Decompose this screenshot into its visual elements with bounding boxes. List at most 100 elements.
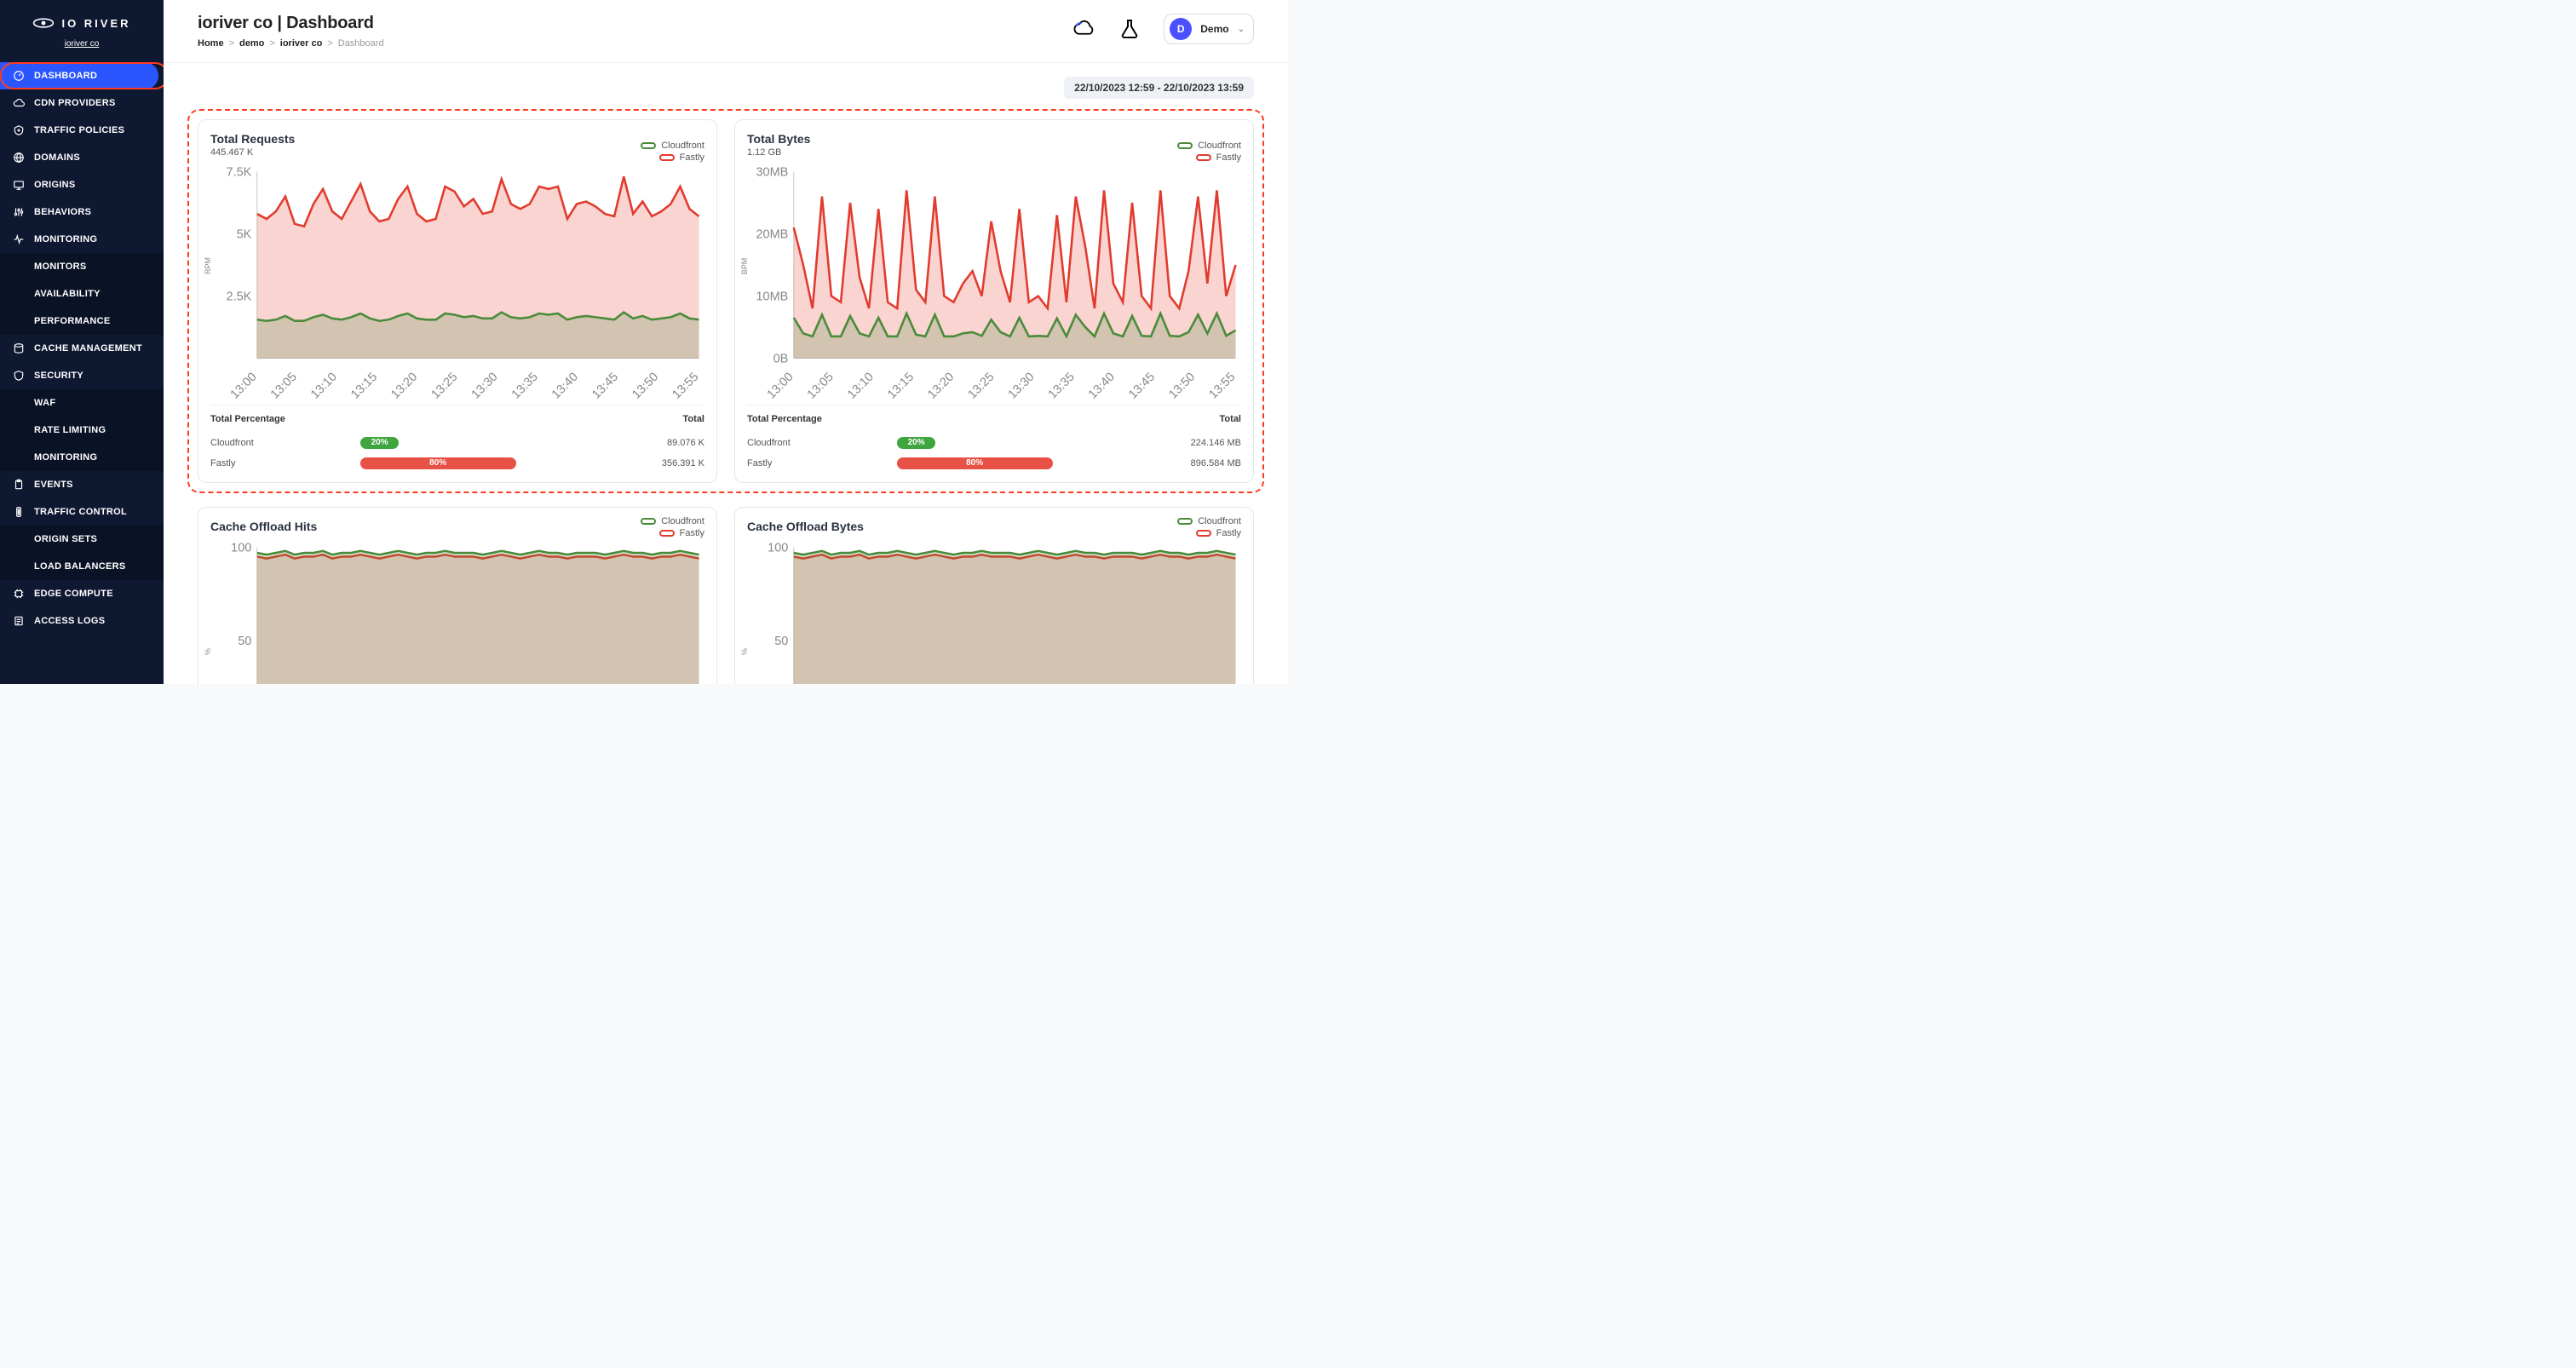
card-total-bytes: Total Bytes1.12 GB Cloudfront Fastly BPM… bbox=[734, 119, 1254, 483]
flask-icon[interactable] bbox=[1118, 17, 1141, 41]
sidebar-item-availability[interactable]: AVAILABILITY bbox=[0, 280, 164, 308]
sidebar-item-security[interactable]: SECURITY bbox=[0, 362, 164, 389]
table-row: Cloudfront 20% 224.146 MB bbox=[747, 433, 1241, 453]
sidebar-item-label: MONITORING bbox=[34, 234, 97, 244]
breadcrumb-separator: > bbox=[229, 38, 234, 49]
legend-cloudfront[interactable]: Cloudfront bbox=[641, 516, 704, 526]
breadcrumb-dashboard: Dashboard bbox=[338, 38, 384, 49]
sidebar-item-label: RATE LIMITING bbox=[34, 425, 106, 435]
svg-text:13:55: 13:55 bbox=[670, 371, 701, 399]
gauge-icon bbox=[12, 69, 26, 83]
svg-text:13:35: 13:35 bbox=[1046, 371, 1078, 399]
logo: IO RIVER ioriver co bbox=[0, 0, 164, 55]
chart: BPM 0B10MB20MB30MB13:0013:0513:1013:1513… bbox=[747, 166, 1241, 399]
user-menu[interactable]: D Demo ⌄ bbox=[1164, 14, 1254, 44]
sidebar-item-rate-limiting[interactable]: RATE LIMITING bbox=[0, 417, 164, 444]
sidebar-item-label: ORIGINS bbox=[34, 180, 76, 190]
svg-text:7.5K: 7.5K bbox=[227, 166, 252, 179]
sidebar-item-label: AVAILABILITY bbox=[34, 289, 101, 299]
svg-text:13:30: 13:30 bbox=[1006, 371, 1038, 399]
table-row: Fastly 80% 896.584 MB bbox=[747, 453, 1241, 474]
sidebar-item-origins[interactable]: ORIGINS bbox=[0, 171, 164, 198]
legend-fastly[interactable]: Fastly bbox=[1196, 152, 1241, 163]
row-total: 224.146 MB bbox=[1091, 438, 1241, 448]
policy-icon bbox=[12, 124, 26, 137]
legend-cloudfront[interactable]: Cloudfront bbox=[641, 141, 704, 151]
date-range-row: 22/10/2023 12:59 - 22/10/2023 13:59 bbox=[198, 77, 1254, 99]
breadcrumb-ioriver-co[interactable]: ioriver co bbox=[280, 38, 323, 49]
y-axis-label: RPM bbox=[204, 257, 212, 274]
sidebar-item-label: CACHE MANAGEMENT bbox=[34, 343, 142, 353]
sidebar-item-monitors[interactable]: MONITORS bbox=[0, 253, 164, 280]
svg-text:13:15: 13:15 bbox=[348, 371, 380, 399]
row-total: 89.076 K bbox=[555, 438, 704, 448]
clipboard-icon bbox=[12, 478, 26, 491]
sidebar-item-waf[interactable]: WAF bbox=[0, 389, 164, 417]
sidebar-item-performance[interactable]: PERFORMANCE bbox=[0, 308, 164, 335]
sidebar-item-access-logs[interactable]: ACCESS LOGS bbox=[0, 607, 164, 635]
sidebar-item-behaviors[interactable]: BEHAVIORS bbox=[0, 198, 164, 226]
breadcrumb-separator: > bbox=[269, 38, 274, 49]
svg-text:5K: 5K bbox=[237, 227, 252, 241]
sidebar-item-label: CDN PROVIDERS bbox=[34, 98, 116, 108]
app-root: IO RIVER ioriver co DASHBOARD CDN PROVIDE… bbox=[0, 0, 1288, 684]
svg-text:13:55: 13:55 bbox=[1206, 371, 1238, 399]
svg-text:13:40: 13:40 bbox=[549, 371, 581, 399]
sidebar-item-edge-compute[interactable]: EDGE COMPUTE bbox=[0, 580, 164, 607]
legend-fastly[interactable]: Fastly bbox=[659, 528, 704, 538]
sidebar-item-events[interactable]: EVENTS bbox=[0, 471, 164, 498]
sidebar-item-monitoring[interactable]: MONITORING bbox=[0, 444, 164, 471]
sidebar-item-cdn-providers[interactable]: CDN PROVIDERS bbox=[0, 89, 164, 117]
brand-subtitle-link[interactable]: ioriver co bbox=[65, 39, 100, 49]
sidebar-item-dashboard[interactable]: DASHBOARD bbox=[0, 62, 158, 89]
chip-icon bbox=[12, 587, 26, 601]
main: ioriver co | Dashboard Home>demo>ioriver… bbox=[164, 0, 1288, 684]
sidebar-item-cache-management[interactable]: CACHE MANAGEMENT bbox=[0, 335, 164, 362]
breadcrumb: Home > demo > ioriver co > Dashboard bbox=[198, 38, 384, 49]
breadcrumb-separator: > bbox=[327, 38, 332, 49]
svg-text:13:50: 13:50 bbox=[1166, 371, 1198, 399]
cloud-status-icon[interactable] bbox=[1072, 17, 1095, 41]
row-name: Fastly bbox=[747, 458, 897, 468]
topbar-left: ioriver co | Dashboard Home>demo>ioriver… bbox=[198, 14, 384, 49]
logs-icon bbox=[12, 614, 26, 628]
card-grid-2: Cache Offload Hits Cloudfront Fastly % 5… bbox=[198, 507, 1254, 684]
svg-text:13:45: 13:45 bbox=[1126, 371, 1158, 399]
legend-cloudfront[interactable]: Cloudfront bbox=[1177, 141, 1241, 151]
card-cache-offload-bytes: Cache Offload Bytes Cloudfront Fastly % … bbox=[734, 507, 1254, 684]
logo-icon bbox=[32, 12, 55, 34]
svg-text:13:20: 13:20 bbox=[925, 371, 957, 399]
globe-icon bbox=[12, 151, 26, 164]
legend-fastly[interactable]: Fastly bbox=[659, 152, 704, 163]
topbar-right: D Demo ⌄ bbox=[1072, 14, 1254, 44]
chevron-down-icon: ⌄ bbox=[1238, 25, 1245, 34]
sidebar-item-label: MONITORING bbox=[34, 452, 97, 463]
percentage-bar: 20% bbox=[360, 437, 555, 449]
date-range-chip[interactable]: 22/10/2023 12:59 - 22/10/2023 13:59 bbox=[1064, 77, 1254, 99]
avatar: D bbox=[1170, 18, 1192, 40]
topbar: ioriver co | Dashboard Home>demo>ioriver… bbox=[164, 0, 1288, 55]
row-total: 896.584 MB bbox=[1091, 458, 1241, 468]
logo-row: IO RIVER bbox=[32, 12, 130, 34]
svg-text:13:45: 13:45 bbox=[589, 371, 621, 399]
breadcrumb-home[interactable]: Home bbox=[198, 38, 224, 49]
sidebar-item-label: MONITORS bbox=[34, 262, 86, 272]
sidebar-item-traffic-control[interactable]: TRAFFIC CONTROL bbox=[0, 498, 164, 526]
sidebar-nav: DASHBOARD CDN PROVIDERS TRAFFIC POLICIESDO… bbox=[0, 62, 164, 635]
percentage-bar: 20% bbox=[897, 437, 1091, 449]
table-row: Cloudfront 20% 89.076 K bbox=[210, 433, 704, 453]
sidebar-item-origin-sets[interactable]: ORIGIN SETS bbox=[0, 526, 164, 553]
sidebar-item-monitoring[interactable]: MONITORING bbox=[0, 226, 164, 253]
traffic-icon bbox=[12, 505, 26, 519]
svg-text:20MB: 20MB bbox=[756, 227, 789, 241]
sidebar-item-traffic-policies[interactable]: TRAFFIC POLICIES bbox=[0, 117, 164, 144]
legend-fastly[interactable]: Fastly bbox=[1196, 528, 1241, 538]
sidebar-item-label: TRAFFIC CONTROL bbox=[34, 507, 127, 517]
legend-cloudfront[interactable]: Cloudfront bbox=[1177, 516, 1241, 526]
sidebar-item-label: DASHBOARD bbox=[34, 71, 97, 81]
sidebar-item-load-balancers[interactable]: LOAD BALANCERS bbox=[0, 553, 164, 580]
svg-text:30MB: 30MB bbox=[756, 166, 789, 179]
breadcrumb-demo[interactable]: demo bbox=[239, 38, 264, 49]
origin-icon bbox=[12, 178, 26, 192]
sidebar-item-domains[interactable]: DOMAINS bbox=[0, 144, 164, 171]
